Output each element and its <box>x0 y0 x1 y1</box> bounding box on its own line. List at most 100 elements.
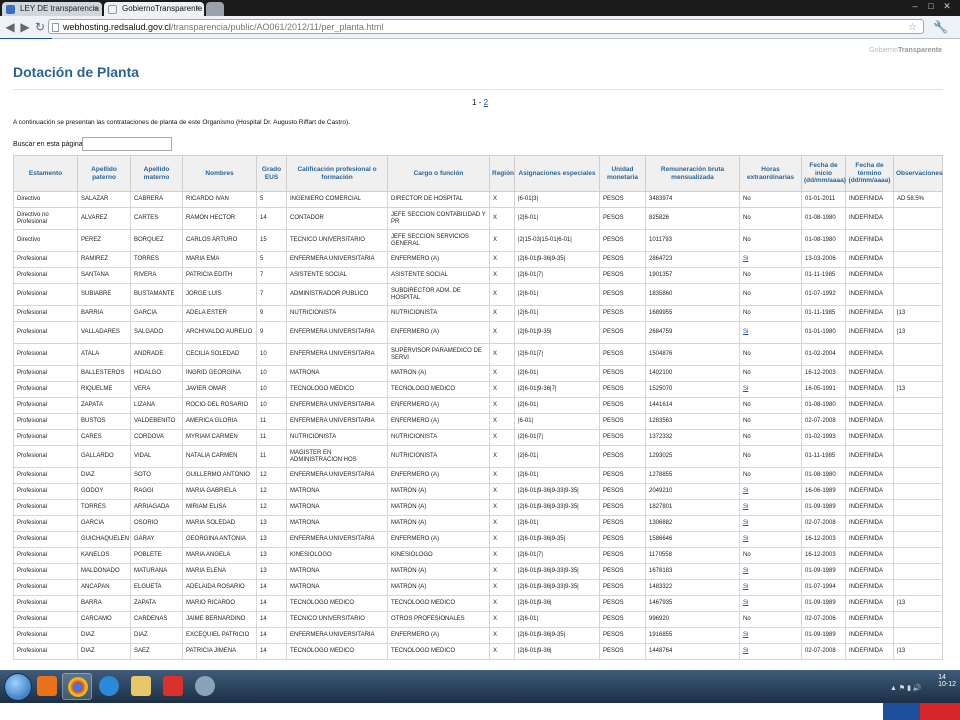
overtime-link[interactable]: Si <box>743 488 748 494</box>
table-cell: ENFERMERO (A) <box>387 531 490 548</box>
table-cell: ASISTENTE SOCIAL <box>387 267 490 284</box>
overtime-link[interactable]: Si <box>743 600 748 606</box>
column-header[interactable]: Estamento <box>13 155 78 192</box>
table-cell: MATRONA <box>286 483 388 500</box>
column-header[interactable]: Unidad monetaria <box>599 155 646 192</box>
browser-tab-gobierno[interactable]: GobiernoTransparente - D × <box>104 2 204 16</box>
table-cell: No <box>739 547 802 564</box>
table-cell: INDEFINIDA <box>845 627 894 644</box>
table-cell: Profesional <box>13 445 78 468</box>
system-tray-icons[interactable]: ▲ ⚑ ▮ 🔊 <box>890 684 922 692</box>
overtime-link[interactable]: Si <box>743 520 748 526</box>
table-cell: X <box>489 343 515 366</box>
table-cell: CORDOVA <box>130 429 183 446</box>
table-cell: PESOS <box>599 445 646 468</box>
table-cell: 7 <box>256 267 287 284</box>
taskbar-explorer-button[interactable] <box>126 673 156 700</box>
column-header[interactable]: Apellido materno <box>130 155 183 192</box>
taskbar-app-button[interactable] <box>190 673 220 700</box>
pager-link-2[interactable]: 2 <box>484 98 488 107</box>
column-header[interactable]: Nombres <box>182 155 257 192</box>
new-tab-button[interactable] <box>206 2 224 16</box>
column-header[interactable]: Fecha de término (dd/mm/aaaa) <box>845 155 894 192</box>
overtime-link[interactable]: Si <box>743 648 748 654</box>
column-header[interactable]: Horas extraordinarias <box>739 155 802 192</box>
overtime-link[interactable]: Si <box>743 256 748 262</box>
column-header[interactable]: Apellido paterno <box>77 155 131 192</box>
table-cell: VALLADARES <box>77 321 131 344</box>
overtime-link[interactable]: Si <box>743 329 748 335</box>
table-cell: PESOS <box>599 343 646 366</box>
taskbar-ie-button[interactable] <box>94 673 124 700</box>
overtime-link[interactable]: Si <box>743 386 748 392</box>
search-input[interactable] <box>82 137 172 151</box>
table-cell: OTROS PROFESIONALES <box>387 611 490 628</box>
table-cell: 1678183 <box>645 563 740 580</box>
reload-icon[interactable]: ↻ <box>33 20 47 34</box>
table-cell: PESOS <box>599 267 646 284</box>
table-cell: PESOS <box>599 499 646 516</box>
column-header[interactable]: Región <box>489 155 515 192</box>
table-cell: No <box>739 365 802 382</box>
wrench-icon[interactable]: 🔧 <box>933 20 948 34</box>
table-cell: 1372332 <box>645 429 740 446</box>
table-cell: INDEFINIDA <box>845 429 894 446</box>
minimize-icon[interactable]: – <box>908 0 922 12</box>
column-header[interactable]: Observaciones <box>893 155 943 192</box>
maximize-icon[interactable]: □ <box>924 0 938 12</box>
table-cell: Profesional <box>13 643 78 660</box>
forward-arrow-icon[interactable]: ▶ <box>18 20 32 34</box>
table-cell: INDEFINIDA <box>845 365 894 382</box>
column-header[interactable]: Calificación profesional o formación <box>286 155 388 192</box>
table-cell: 01-07-1994 <box>801 579 846 596</box>
table-cell: MATRONA <box>286 499 388 516</box>
close-window-icon[interactable]: ✕ <box>940 0 954 12</box>
table-cell: No <box>739 305 802 322</box>
table-row: Profesional GALLARDO VIDAL NATALIA CARMEN 11… <box>13 445 943 468</box>
table-cell: 1916855 <box>645 627 740 644</box>
close-tab-icon[interactable]: × <box>195 2 200 16</box>
table-cell: MATRON (A) <box>387 579 490 596</box>
table-cell: INDEFINIDA <box>845 579 894 596</box>
overtime-link[interactable]: Si <box>743 504 748 510</box>
column-header[interactable]: Asignaciones especiales <box>514 155 600 192</box>
table-cell: INDEFINIDA <box>845 611 894 628</box>
table-cell: |2|6-01|9-36|9-35| <box>514 627 600 644</box>
table-cell: 7 <box>256 283 287 306</box>
overtime-link[interactable]: Si <box>743 584 748 590</box>
table-cell: 15 <box>256 229 287 252</box>
table-cell: |2|6-01| <box>514 445 600 468</box>
overtime-link[interactable]: Si <box>743 632 748 638</box>
overtime-link[interactable]: Si <box>743 536 748 542</box>
taskbar-office-button[interactable] <box>32 673 62 700</box>
table-cell: |13 <box>893 643 943 660</box>
start-button[interactable] <box>4 673 32 701</box>
bookmark-star-icon[interactable]: ☆ <box>908 20 917 35</box>
table-cell: INDEFINIDA <box>845 229 894 252</box>
table-cell: ENFERMERO (A) <box>387 413 490 430</box>
close-tab-icon[interactable]: × <box>93 2 98 16</box>
browser-tab-ley[interactable]: LEY DE transparencia - Go × <box>2 2 102 16</box>
table-row: Directivo SALAZAR CABRERA RICARDO IVAN 5 INGE… <box>13 191 943 208</box>
address-bar[interactable]: webhosting.redsalud.gov.cl/transparencia… <box>48 19 924 34</box>
column-header[interactable]: Cargo o función <box>387 155 490 192</box>
column-header[interactable]: Remuneración bruta mensualizada <box>645 155 740 192</box>
column-header[interactable]: Fecha de inicio (dd/mm/aaaa) <box>801 155 846 192</box>
table-row: Profesional DIAZ SOTO GUILLERMO ANTONIO 12 EN… <box>13 467 943 484</box>
table-cell: PESOS <box>599 515 646 532</box>
table-cell: PESOS <box>599 483 646 500</box>
clock[interactable]: 14 10-12 <box>938 674 956 688</box>
table-cell: Si <box>739 251 802 268</box>
staff-table: Estamento Apellido paterno Apellido matern… <box>13 155 943 660</box>
overtime-link[interactable]: Si <box>743 568 748 574</box>
table-cell: |2|6-01|9-36|9-35| <box>514 251 600 268</box>
back-arrow-icon[interactable]: ◀ <box>3 20 17 34</box>
table-row: Profesional CARCAMO CARDENAS JAIME BERNARDI… <box>13 611 943 628</box>
tab-label: LEY DE transparencia - Go <box>20 4 102 13</box>
taskbar-acrobat-button[interactable] <box>158 673 188 700</box>
table-cell: ROCIO DEL ROSARIO <box>182 397 257 414</box>
column-header[interactable]: Grado EUS <box>256 155 287 192</box>
table-cell: 16-12-2003 <box>801 365 846 382</box>
taskbar-chrome-button[interactable] <box>62 673 92 700</box>
table-cell: JEFE SECCION CONTABILIDAD Y PR <box>387 207 490 230</box>
